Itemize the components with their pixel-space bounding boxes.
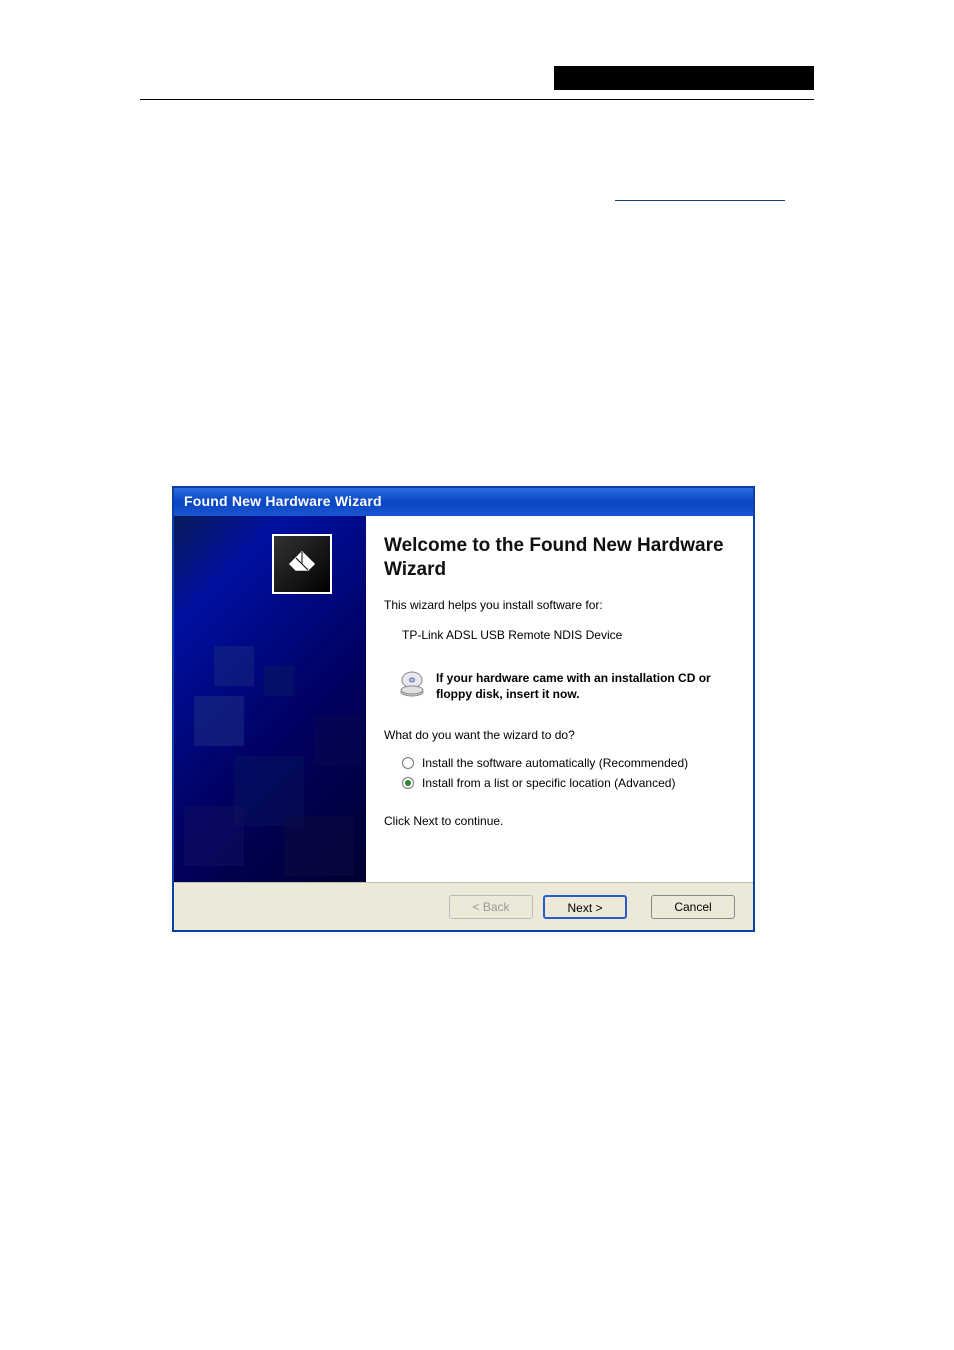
sidebar-background-art bbox=[174, 516, 366, 882]
welcome-title: Welcome to the Found New Hardware Wizard bbox=[384, 534, 731, 582]
wizard-prompt: What do you want the wizard to do? bbox=[384, 728, 731, 742]
dialog-titlebar: Found New Hardware Wizard bbox=[174, 488, 753, 516]
dialog-body: Welcome to the Found New Hardware Wizard… bbox=[174, 516, 753, 882]
page-header bbox=[140, 70, 814, 100]
help-text: This wizard helps you install software f… bbox=[384, 598, 731, 612]
continue-text: Click Next to continue. bbox=[384, 814, 731, 828]
intro-underline bbox=[615, 200, 785, 201]
next-button[interactable]: Next > bbox=[543, 895, 627, 919]
radio-option-advanced[interactable]: Install from a list or specific location… bbox=[402, 776, 731, 790]
dialog-title: Found New Hardware Wizard bbox=[184, 493, 382, 509]
found-new-hardware-wizard-dialog: Found New Hardware Wizard Welcome to the… bbox=[172, 486, 755, 932]
device-name: TP-Link ADSL USB Remote NDIS Device bbox=[402, 628, 731, 642]
wizard-sidebar-graphic bbox=[174, 516, 366, 882]
cd-icon bbox=[398, 670, 426, 698]
cd-hint-row: If your hardware came with an installati… bbox=[398, 670, 731, 702]
radio-option-auto[interactable]: Install the software automatically (Reco… bbox=[402, 756, 731, 770]
hardware-icon bbox=[272, 534, 332, 594]
radio-label-auto: Install the software automatically (Reco… bbox=[422, 756, 688, 770]
back-button: < Back bbox=[449, 895, 533, 919]
button-bar: < Back Next > Cancel bbox=[174, 882, 753, 930]
cd-hint-text: If your hardware came with an installati… bbox=[436, 670, 731, 702]
radio-icon-checked bbox=[402, 777, 414, 789]
header-black-badge bbox=[554, 66, 814, 90]
wizard-content: Welcome to the Found New Hardware Wizard… bbox=[366, 516, 753, 882]
cancel-button[interactable]: Cancel bbox=[651, 895, 735, 919]
radio-icon bbox=[402, 757, 414, 769]
radio-label-advanced: Install from a list or specific location… bbox=[422, 776, 675, 790]
